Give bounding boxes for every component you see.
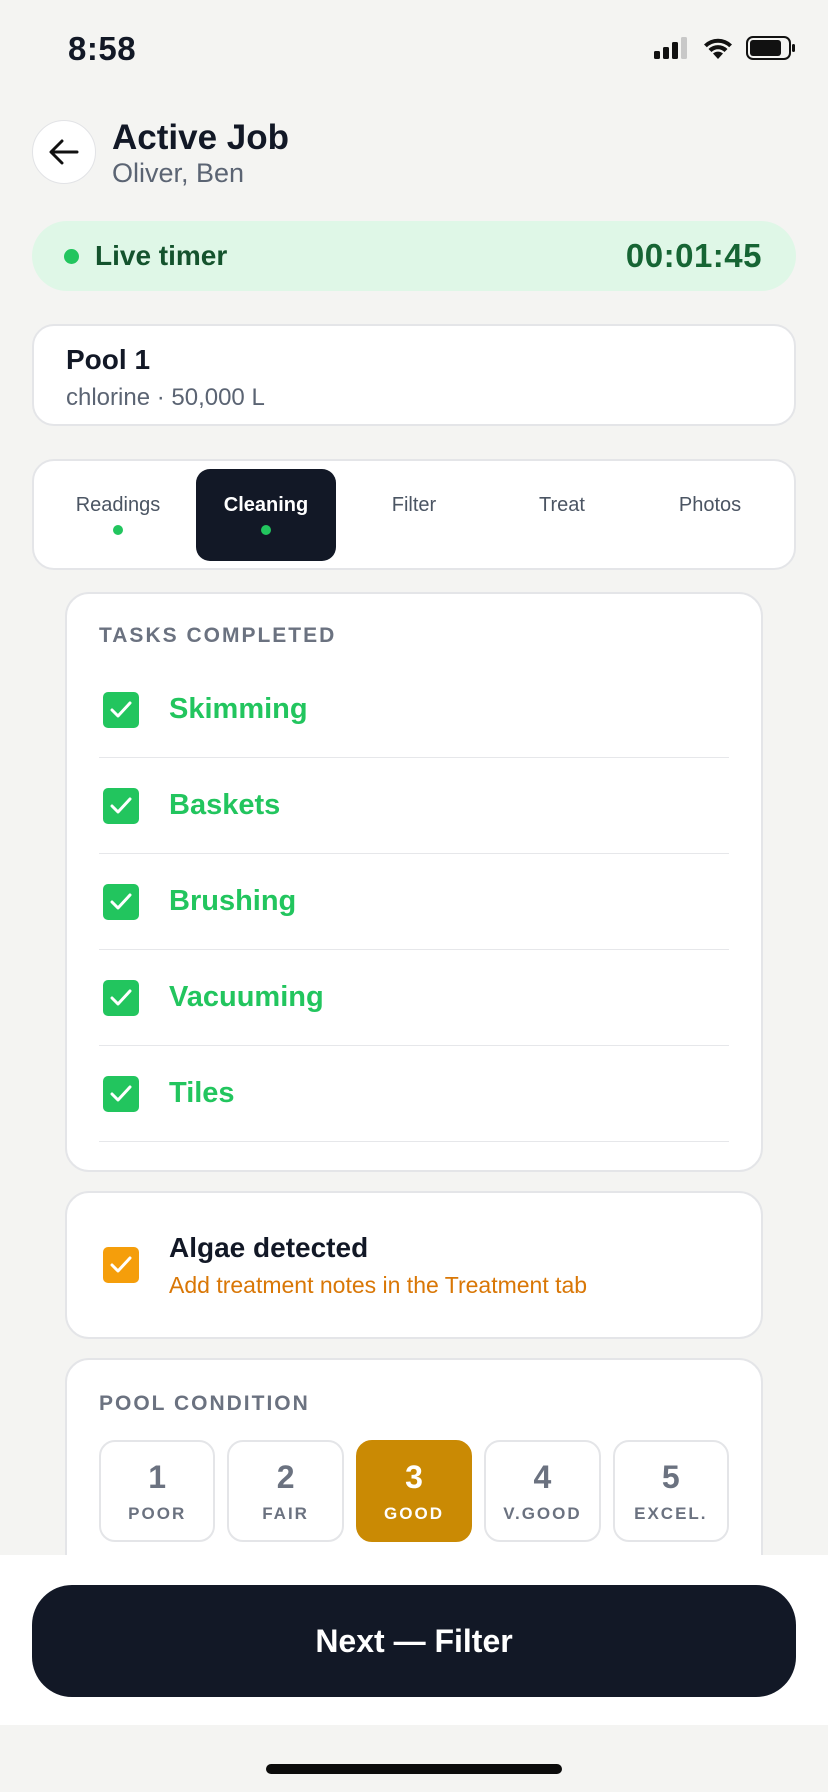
check-icon <box>110 1256 132 1273</box>
timer-label: Live timer <box>95 240 228 271</box>
tab-treat[interactable]: Treat <box>492 469 632 561</box>
battery-icon <box>746 36 795 60</box>
live-dot-icon <box>64 248 79 264</box>
pool-card: Pool 1 chlorine · 50,000 L <box>32 324 796 426</box>
tab-label: Cleaning <box>223 494 309 516</box>
tab-photos[interactable]: Photos <box>640 469 780 561</box>
rating-number: 2 <box>276 1458 295 1495</box>
back-button[interactable] <box>32 120 96 184</box>
rating-word: POOR <box>128 1503 187 1523</box>
check-icon <box>110 797 132 813</box>
checkbox-checked[interactable] <box>103 883 139 920</box>
rating-row: 1 POOR 2 FAIR 3 GOOD 4 V.GOOD 5 EXCEL. <box>99 1440 730 1542</box>
tab-done-dot-icon <box>261 525 271 535</box>
tasks-heading: TASKS COMPLETED <box>99 624 337 647</box>
tab-label: Readings <box>75 494 161 516</box>
arrow-left-icon <box>49 139 79 165</box>
tab-filter[interactable]: Filter <box>344 469 484 561</box>
checkbox-checked[interactable] <box>103 787 139 824</box>
rating-option-1[interactable]: 1 POOR <box>99 1440 216 1542</box>
task-label: Skimming <box>169 693 308 725</box>
rating-number: 4 <box>533 1458 552 1495</box>
tab-done-dot-icon <box>113 525 123 535</box>
rating-number: 5 <box>661 1458 680 1495</box>
tab-readings[interactable]: Readings <box>48 469 188 561</box>
page-subtitle: Oliver, Ben <box>112 158 245 188</box>
timer-value: 00:01:45 <box>625 237 762 274</box>
signal-icon <box>654 37 687 59</box>
home-indicator[interactable] <box>266 1764 562 1774</box>
algae-checkbox[interactable] <box>103 1247 139 1283</box>
checkbox-checked[interactable] <box>103 979 139 1016</box>
checkbox-checked[interactable] <box>103 1075 139 1112</box>
status-bar: 8:58 <box>0 0 828 100</box>
algae-title: Algae detected <box>169 1231 369 1263</box>
check-icon <box>110 1085 132 1101</box>
task-item-tiles[interactable]: Tiles <box>99 1046 729 1142</box>
checkbox-checked[interactable] <box>103 691 139 728</box>
task-item-skimming[interactable]: Skimming <box>99 662 729 758</box>
next-button[interactable]: Next — Filter <box>32 1585 796 1697</box>
task-label: Brushing <box>169 885 297 917</box>
task-item-brushing[interactable]: Brushing <box>99 854 729 950</box>
condition-heading: POOL CONDITION <box>99 1392 310 1415</box>
bottom-action-bar: Next — Filter <box>0 1555 828 1725</box>
page-title: Active Job <box>112 118 289 157</box>
rating-number: 3 <box>405 1458 423 1495</box>
task-label: Tiles <box>169 1077 235 1109</box>
rating-word: FAIR <box>262 1503 309 1523</box>
algae-note: Add treatment notes in the Treatment tab <box>169 1271 588 1298</box>
task-label: Baskets <box>169 789 281 821</box>
rating-option-4[interactable]: 4 V.GOOD <box>484 1440 601 1542</box>
tab-label: Filter <box>391 494 437 516</box>
task-label: Vacuuming <box>169 981 324 1013</box>
algae-text: Algae detected Add treatment notes in th… <box>169 1232 587 1299</box>
tasks-card: TASKS COMPLETED Skimming Baskets Brushin… <box>65 592 763 1172</box>
tab-cleaning[interactable]: Cleaning <box>196 468 336 561</box>
header: Active Job Oliver, Ben <box>32 118 796 188</box>
rating-option-5[interactable]: 5 EXCEL. <box>612 1440 730 1542</box>
check-icon <box>110 893 132 909</box>
task-item-vacuuming[interactable]: Vacuuming <box>99 950 729 1046</box>
check-icon <box>110 989 132 1005</box>
live-timer-bar: Live timer 00:01:45 <box>32 221 796 291</box>
rating-word: V.GOOD <box>503 1503 582 1523</box>
tab-label: Treat <box>539 494 585 516</box>
status-icons <box>654 36 796 60</box>
rating-number: 1 <box>148 1458 167 1495</box>
status-time: 8:58 <box>68 30 137 67</box>
task-list: Skimming Baskets Brushing Vacuuming Tile… <box>99 662 729 1142</box>
algae-card[interactable]: Algae detected Add treatment notes in th… <box>65 1191 763 1339</box>
pool-name: Pool 1 <box>66 344 151 375</box>
rating-word: EXCEL. <box>634 1503 708 1523</box>
pool-meta: chlorine · 50,000 L <box>66 384 265 411</box>
wifi-icon <box>704 38 732 59</box>
check-icon <box>110 701 132 717</box>
rating-word: GOOD <box>384 1503 444 1523</box>
tab-label: Photos <box>678 494 742 516</box>
rating-option-3[interactable]: 3 GOOD <box>355 1440 473 1542</box>
rating-option-2[interactable]: 2 FAIR <box>227 1440 344 1542</box>
task-item-baskets[interactable]: Baskets <box>99 758 729 854</box>
section-tabs: Readings Cleaning Filter Treat Photos <box>32 459 796 570</box>
